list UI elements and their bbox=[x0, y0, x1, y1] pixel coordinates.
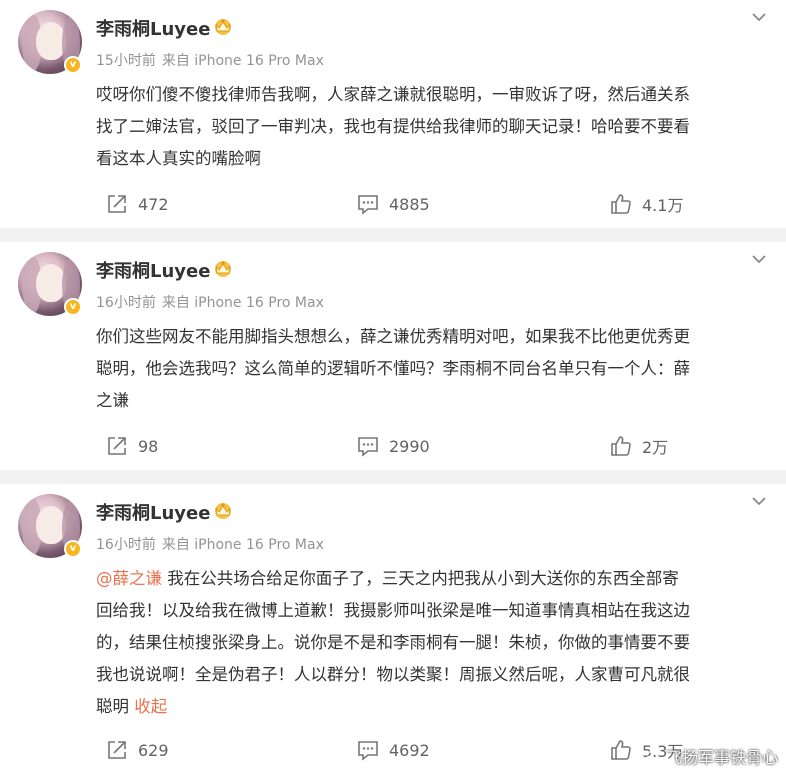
weibo-post: v 李雨桐Luyee 15小时前 来自 iPhone 16 Pro Max 哎呀你… bbox=[0, 0, 786, 228]
like-count: 4.1万 bbox=[642, 196, 684, 215]
collapse-link[interactable]: 收起 bbox=[134, 697, 167, 716]
post-source: 来自 iPhone 16 Pro Max bbox=[161, 295, 324, 311]
post-time[interactable]: 16小时前 bbox=[96, 537, 156, 553]
content-line: 之谦 bbox=[96, 391, 129, 410]
post-source: 来自 iPhone 16 Pro Max bbox=[161, 537, 324, 553]
comment-icon bbox=[358, 437, 378, 457]
content-text: 我在公共场合给足你面子了，三天之内把我从小到大送你的东西全部寄 bbox=[162, 569, 679, 588]
crown-badge-icon bbox=[215, 503, 231, 519]
verified-badge-icon: v bbox=[64, 56, 82, 74]
chevron-down-icon[interactable] bbox=[750, 252, 768, 266]
post-time[interactable]: 15小时前 bbox=[96, 53, 156, 69]
comment-count: 4885 bbox=[389, 194, 430, 214]
share-button[interactable]: 472 bbox=[106, 184, 169, 224]
chevron-down-icon[interactable] bbox=[750, 10, 768, 24]
share-icon bbox=[108, 741, 126, 759]
content-line: 的，结果住桢搜张梁身上。说你是不是和李雨桐有一腿！朱桢，你做的事情要不要 bbox=[96, 633, 690, 652]
comment-count: 2990 bbox=[389, 436, 430, 456]
share-count: 472 bbox=[138, 194, 169, 214]
post-content: 你们这些网友不能用脚指头想想么，薛之谦优秀精明对吧，如果我不比他更优秀更 聪明，… bbox=[96, 321, 776, 417]
content-line: 聪明 收起 bbox=[96, 691, 776, 723]
crown-badge-icon bbox=[215, 19, 231, 35]
share-icon bbox=[108, 437, 126, 455]
comment-icon bbox=[358, 741, 378, 761]
comment-button[interactable]: 2990 bbox=[357, 426, 430, 466]
post-time[interactable]: 16小时前 bbox=[96, 295, 156, 311]
content-line: 哎呀你们傻不傻找律师告我啊，人家薛之谦就很聪明，一审败诉了呀，然后通关系 bbox=[96, 85, 690, 104]
watermark: 飞扬军事铁骨心 bbox=[640, 744, 778, 768]
mention-link[interactable]: @薛之谦 bbox=[96, 569, 162, 588]
author-name[interactable]: 李雨桐Luyee bbox=[96, 257, 210, 283]
comment-icon bbox=[358, 195, 378, 215]
like-icon bbox=[611, 740, 631, 760]
share-button[interactable]: 98 bbox=[106, 426, 158, 466]
like-count: 2万 bbox=[642, 438, 669, 457]
share-icon bbox=[108, 195, 126, 213]
watermark-text: 飞扬军事铁骨心 bbox=[665, 748, 778, 767]
content-line: 看这本人真实的嘴脸啊 bbox=[96, 149, 261, 168]
share-count: 98 bbox=[138, 436, 159, 456]
verified-badge-icon: v bbox=[64, 298, 82, 316]
author-name[interactable]: 李雨桐Luyee bbox=[96, 499, 210, 525]
like-icon bbox=[611, 194, 631, 214]
content-line: 找了二婶法官，驳回了一审判决，我也有提供给我律师的聊天记录！哈哈要不要看 bbox=[96, 117, 690, 136]
share-count: 629 bbox=[138, 740, 169, 760]
post-actions: 472 4885 4.1万 bbox=[0, 184, 786, 224]
author-name[interactable]: 李雨桐Luyee bbox=[96, 15, 210, 41]
post-source: 来自 iPhone 16 Pro Max bbox=[161, 53, 324, 69]
content-line: 回给我！以及给我在微博上道歉！我摄影师叫张梁是唯一知道事情真相站在我这边 bbox=[96, 601, 690, 620]
post-content: @薛之谦 我在公共场合给足你面子了，三天之内把我从小到大送你的东西全部寄 回给我… bbox=[96, 563, 776, 723]
content-line: 我也说说啊！全是伪君子！人以群分！物以类聚！周振义然后呢，人家曹可凡就很 bbox=[96, 665, 690, 684]
content-line: @薛之谦 我在公共场合给足你面子了，三天之内把我从小到大送你的东西全部寄 bbox=[96, 563, 776, 595]
weibo-logo-icon bbox=[641, 748, 661, 765]
like-icon bbox=[611, 436, 631, 456]
crown-badge-icon bbox=[215, 261, 231, 277]
verified-badge-icon: v bbox=[64, 540, 82, 558]
comment-button[interactable]: 4692 bbox=[357, 730, 430, 770]
like-button[interactable]: 4.1万 bbox=[610, 184, 683, 224]
comment-button[interactable]: 4885 bbox=[357, 184, 430, 224]
post-content: 哎呀你们傻不傻找律师告我啊，人家薛之谦就很聪明，一审败诉了呀，然后通关系 找了二… bbox=[96, 79, 776, 175]
post-meta: 15小时前 来自 iPhone 16 Pro Max bbox=[96, 50, 330, 70]
weibo-post: v 李雨桐Luyee 16小时前 来自 iPhone 16 Pro Max 你们这… bbox=[0, 242, 786, 470]
post-actions: 98 2990 2万 bbox=[0, 426, 786, 466]
post-meta: 16小时前 来自 iPhone 16 Pro Max bbox=[96, 292, 330, 312]
weibo-post: v 李雨桐Luyee 16小时前 来自 iPhone 16 Pro Max @薛之… bbox=[0, 484, 786, 774]
comment-count: 4692 bbox=[389, 740, 430, 760]
content-line: 聪明，他会选我吗？这么简单的逻辑听不懂吗？李雨桐不同台名单只有一个人：薛 bbox=[96, 359, 690, 378]
share-button[interactable]: 629 bbox=[106, 730, 169, 770]
content-text: 聪明 bbox=[96, 697, 135, 716]
chevron-down-icon[interactable] bbox=[750, 494, 768, 508]
content-line: 你们这些网友不能用脚指头想想么，薛之谦优秀精明对吧，如果我不比他更优秀更 bbox=[96, 327, 690, 346]
like-button[interactable]: 2万 bbox=[610, 426, 668, 466]
post-meta: 16小时前 来自 iPhone 16 Pro Max bbox=[96, 534, 330, 554]
